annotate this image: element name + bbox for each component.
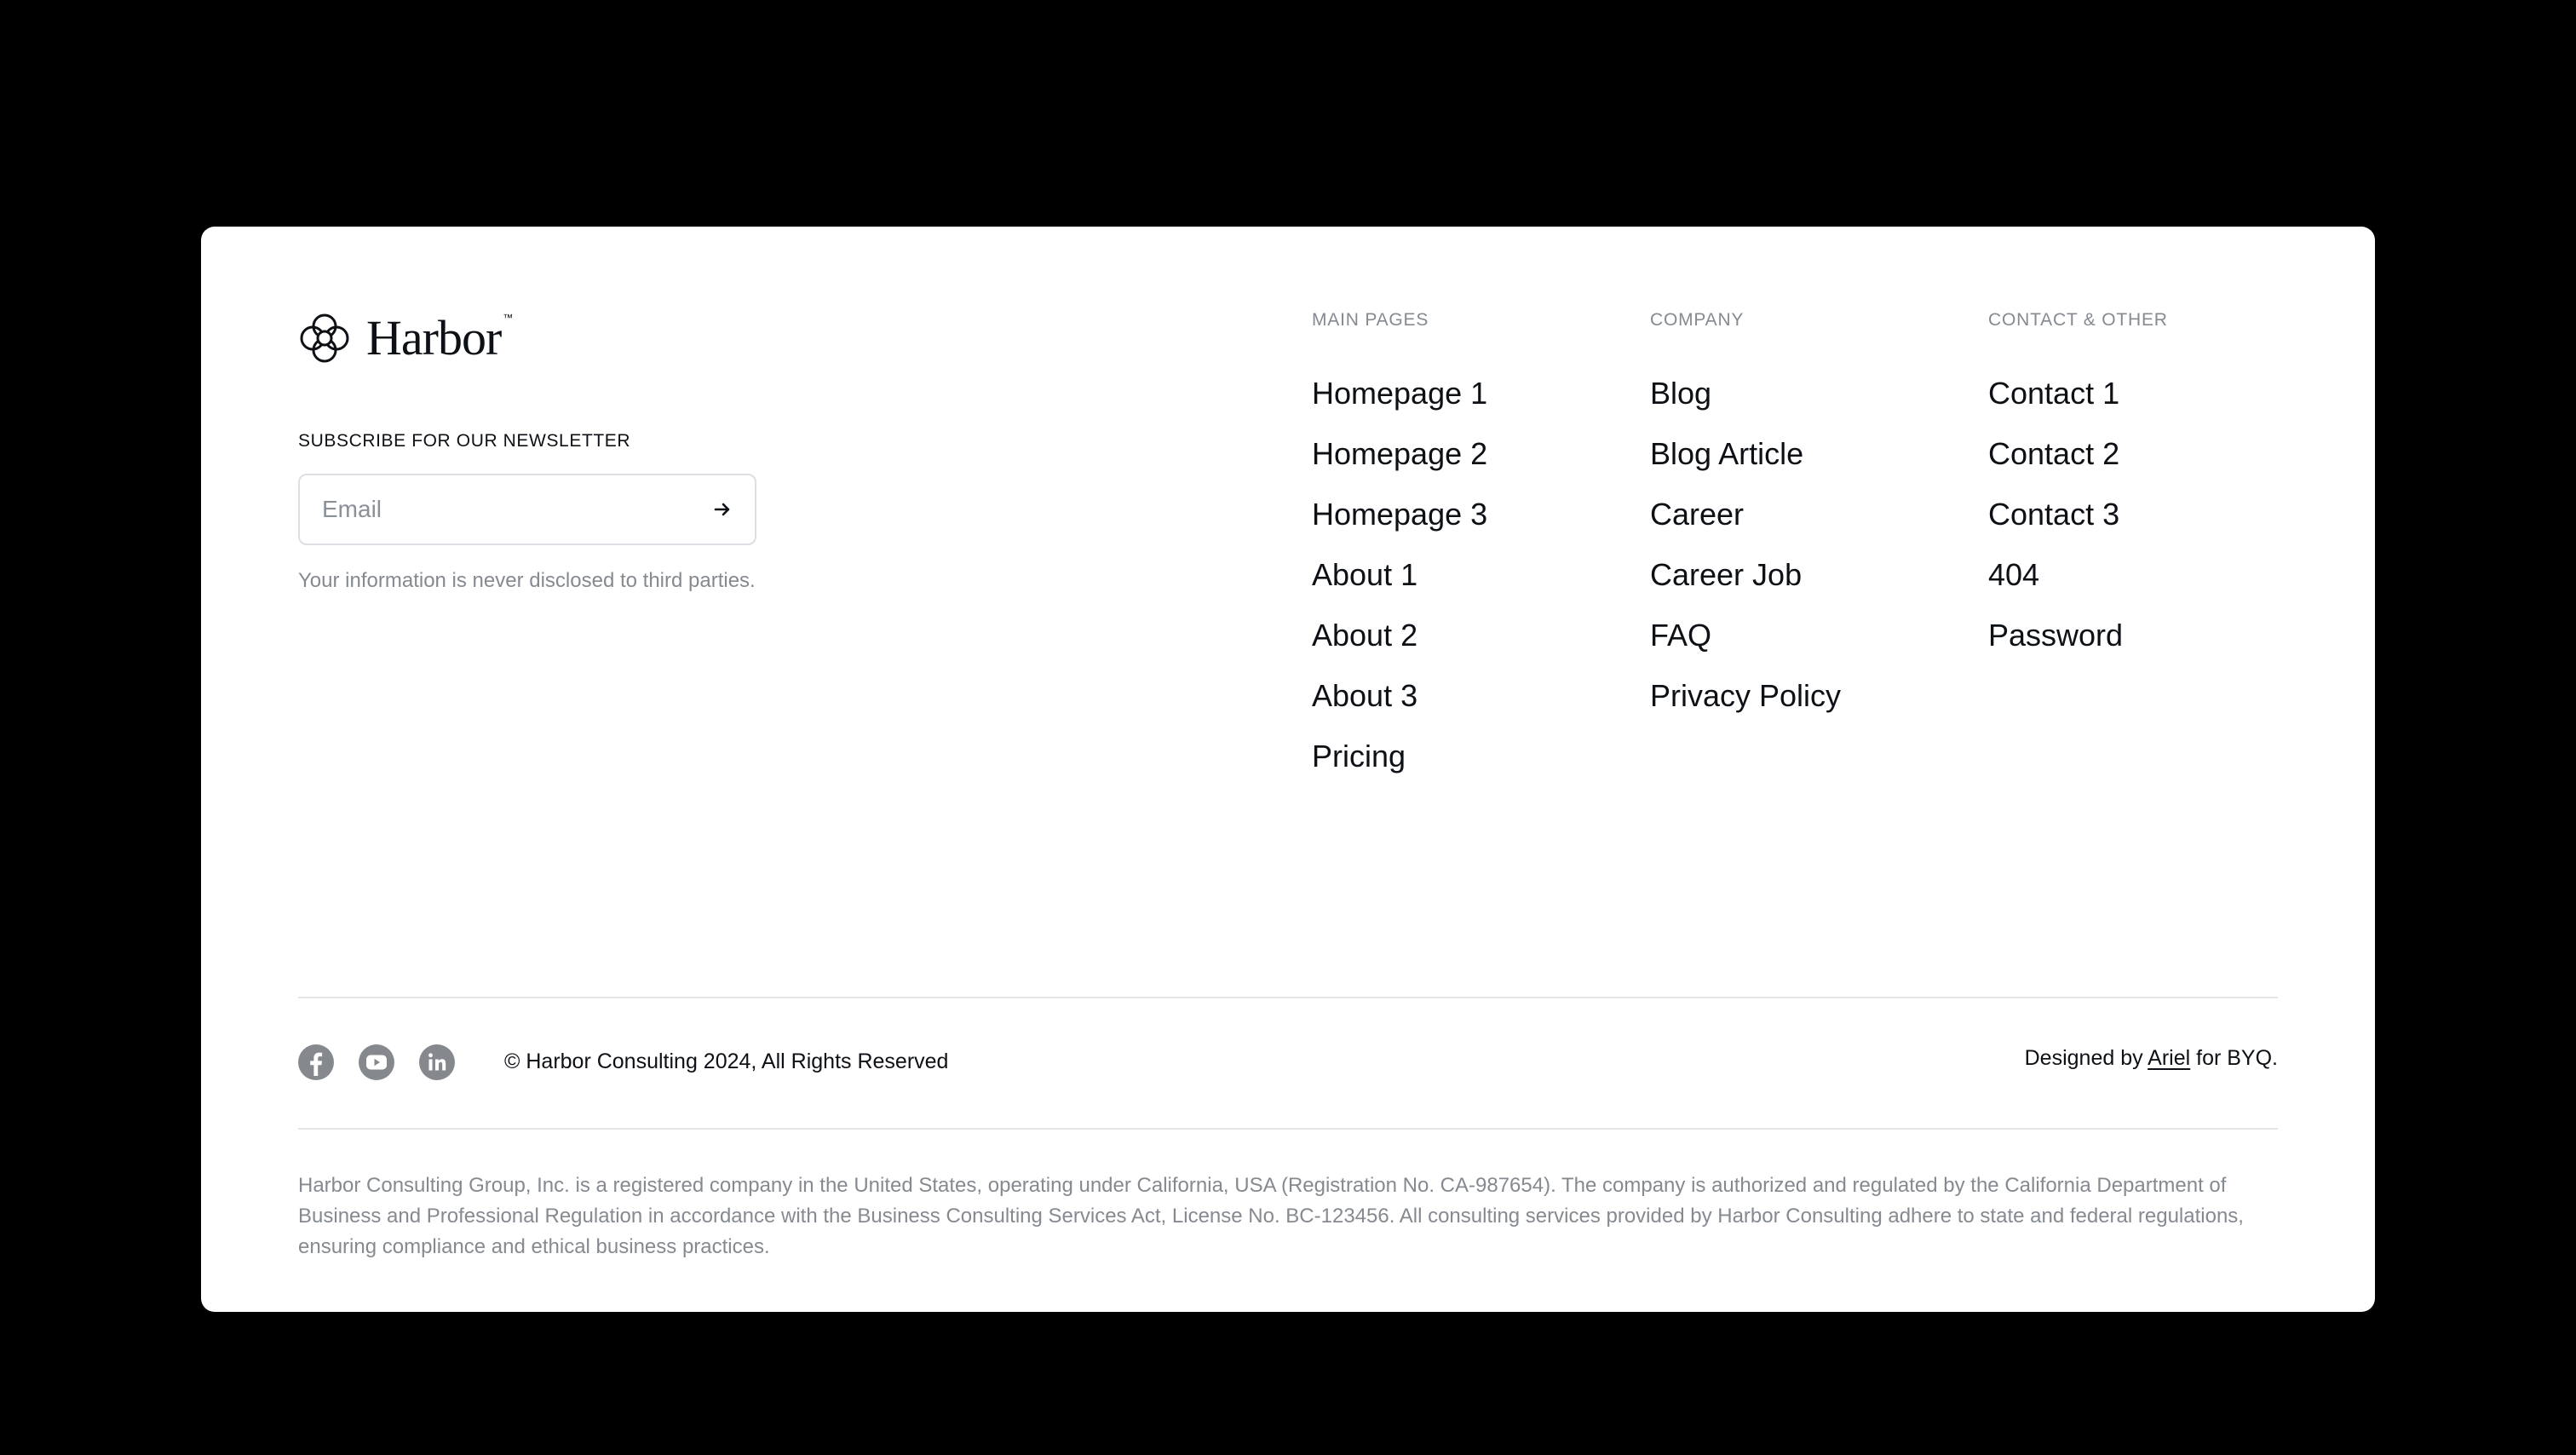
nav-link-password[interactable]: Password: [1988, 618, 2123, 653]
nav-list: Blog Blog Article Career Career Job FAQ …: [1650, 375, 1841, 738]
nav-link-contact-1[interactable]: Contact 1: [1988, 376, 2119, 411]
nav-link-blog-article[interactable]: Blog Article: [1650, 436, 1803, 471]
nav-list: Contact 1 Contact 2 Contact 3 404 Passwo…: [1988, 375, 2168, 677]
arrow-right-icon: [714, 503, 730, 516]
linkedin-icon[interactable]: [419, 1044, 455, 1080]
nav-link-career[interactable]: Career: [1650, 497, 1744, 532]
nav-list: Homepage 1 Homepage 2 Homepage 3 About 1…: [1312, 375, 1487, 798]
youtube-icon[interactable]: [359, 1044, 394, 1080]
footer-card: Harbor ™ SUBSCRIBE FOR OUR NEWSLETTER Yo…: [201, 227, 2375, 1312]
column-heading: MAIN PAGES: [1312, 310, 1429, 330]
nav-link-about-1[interactable]: About 1: [1312, 557, 1417, 592]
nav-column-contact-other: CONTACT & OTHER Contact 1 Contact 2 Cont…: [1988, 310, 2168, 677]
divider: [298, 1128, 2278, 1130]
nav-column-main-pages: MAIN PAGES Homepage 1 Homepage 2 Homepag…: [1312, 310, 1487, 798]
designer-link[interactable]: Ariel: [2148, 1046, 2190, 1070]
trademark-symbol: ™: [503, 312, 514, 324]
legal-disclaimer: Harbor Consulting Group, Inc. is a regis…: [298, 1174, 2244, 1258]
nav-link-privacy-policy[interactable]: Privacy Policy: [1650, 678, 1841, 713]
newsletter-label: SUBSCRIBE FOR OUR NEWSLETTER: [298, 431, 631, 451]
nav-link-homepage-3[interactable]: Homepage 3: [1312, 497, 1487, 532]
nav-link-contact-2[interactable]: Contact 2: [1988, 436, 2119, 471]
four-petal-flower-icon: [300, 313, 349, 363]
designer-credit: Designed by Ariel for BYQ.: [2025, 1046, 2278, 1071]
nav-link-career-job[interactable]: Career Job: [1650, 557, 1802, 592]
nav-link-faq[interactable]: FAQ: [1650, 618, 1711, 653]
nav-column-company: COMPANY Blog Blog Article Career Career …: [1650, 310, 1841, 738]
privacy-note: Your information is never disclosed to t…: [298, 569, 756, 592]
nav-link-homepage-1[interactable]: Homepage 1: [1312, 376, 1487, 411]
brand[interactable]: Harbor ™: [298, 312, 513, 365]
social-links: [298, 1044, 480, 1080]
brand-name: Harbor: [366, 310, 502, 365]
nav-link-404[interactable]: 404: [1988, 557, 2039, 592]
divider: [298, 997, 2278, 998]
email-input[interactable]: [322, 475, 680, 543]
nav-link-pricing[interactable]: Pricing: [1312, 739, 1406, 774]
nav-link-blog[interactable]: Blog: [1650, 376, 1711, 411]
nav-link-contact-3[interactable]: Contact 3: [1988, 497, 2119, 532]
column-heading: CONTACT & OTHER: [1988, 310, 2168, 330]
nav-link-about-2[interactable]: About 2: [1312, 618, 1417, 653]
facebook-icon[interactable]: [298, 1044, 334, 1080]
credit-prefix: Designed by: [2024, 1046, 2148, 1070]
subscribe-submit-button[interactable]: [705, 492, 739, 526]
copyright-text: © Harbor Consulting 2024, All Rights Res…: [504, 1050, 949, 1073]
credit-suffix: for BYQ.: [2190, 1046, 2278, 1070]
column-heading: COMPANY: [1650, 310, 1745, 330]
nav-link-homepage-2[interactable]: Homepage 2: [1312, 436, 1487, 471]
nav-link-about-3[interactable]: About 3: [1312, 678, 1417, 713]
newsletter-form: [298, 474, 756, 545]
